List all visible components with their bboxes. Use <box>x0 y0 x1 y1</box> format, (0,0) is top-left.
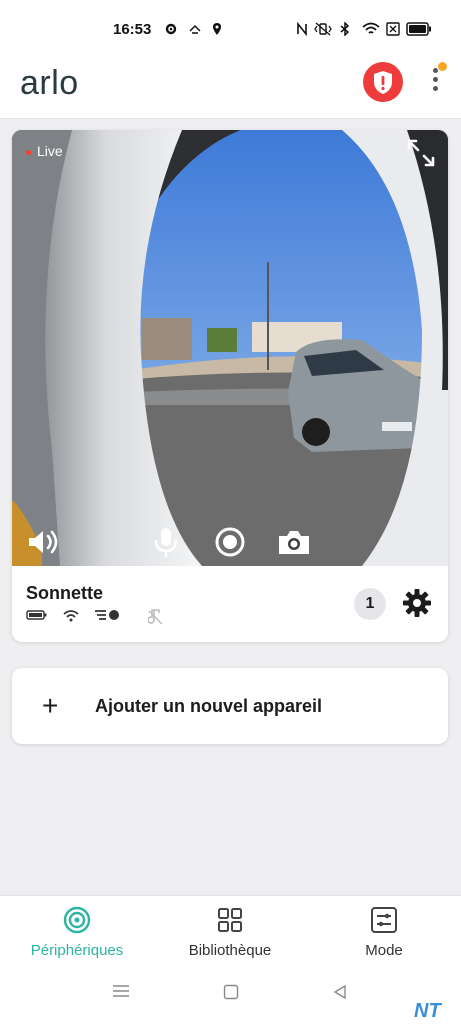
bluetooth-icon <box>340 22 350 36</box>
status-time: 16:53 <box>113 21 152 38</box>
arlo-logo: arlo <box>20 64 79 102</box>
kebab-menu-icon[interactable] <box>428 62 447 98</box>
live-indicator: Live <box>26 143 63 159</box>
tab-library[interactable]: Bibliothèque <box>155 906 305 966</box>
tab-devices[interactable]: Périphériques <box>2 906 152 966</box>
microphone-icon[interactable] <box>148 526 184 558</box>
speaker-icon[interactable] <box>26 526 62 558</box>
battery-icon <box>26 610 47 620</box>
mode-sliders-icon <box>371 907 397 933</box>
fullscreen-icon[interactable] <box>406 138 436 168</box>
security-shield-icon <box>374 71 392 94</box>
library-grid-icon <box>218 908 242 932</box>
camera-feed-image <box>12 130 448 566</box>
devices-icon <box>63 906 91 934</box>
camera-card[interactable]: Live Sonnette 1 <box>12 130 448 642</box>
battery-icon <box>406 22 431 36</box>
status-bar: 16:53 <box>0 0 461 58</box>
back-triangle-icon[interactable] <box>332 984 348 1000</box>
wifi-icon <box>362 22 380 34</box>
vibrate-icon <box>314 22 332 36</box>
motion-sensitivity-icon <box>95 610 119 620</box>
event-count-badge[interactable]: 1 <box>354 588 386 620</box>
cast-icon <box>189 24 201 34</box>
camera-name: Sonnette <box>26 583 104 603</box>
snapshot-icon[interactable] <box>276 526 312 558</box>
wifi-signal-icon <box>63 610 79 622</box>
tab-library-label: Bibliothèque <box>188 942 272 959</box>
tab-devices-label: Périphériques <box>30 942 124 959</box>
live-label: Live <box>37 143 63 159</box>
chime-muted-icon <box>148 609 163 625</box>
location-icon <box>213 23 221 35</box>
bottom-navigation: Périphériques Bibliothèque Mode <box>0 895 461 1025</box>
notification-dot <box>438 62 447 71</box>
sim-icon <box>386 22 400 36</box>
record-icon[interactable] <box>212 526 248 558</box>
watermark: NT <box>414 1000 441 1022</box>
camera-live-feed[interactable]: Live <box>12 130 448 566</box>
add-device-label: Ajouter un nouvel appareil <box>95 696 323 716</box>
gear-icon <box>165 23 177 35</box>
menu-lines-icon[interactable] <box>112 984 130 998</box>
camera-settings-icon[interactable] <box>402 588 432 618</box>
home-square-icon[interactable] <box>223 984 239 1000</box>
add-device-button[interactable]: + Ajouter un nouvel appareil <box>12 668 448 744</box>
tab-mode[interactable]: Mode <box>309 906 459 966</box>
live-dot <box>26 149 31 155</box>
app-header: arlo <box>0 58 461 119</box>
tab-mode-label: Mode <box>365 942 403 959</box>
security-shield-button[interactable] <box>363 62 403 102</box>
plus-icon: + <box>42 690 59 721</box>
nfc-icon <box>297 22 307 36</box>
